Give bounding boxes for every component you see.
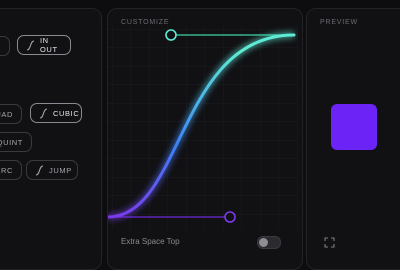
easing-option-label: CUBIC — [53, 108, 80, 118]
easing-option-jump[interactable]: JUMP — [26, 160, 78, 180]
extra-space-top-toggle[interactable] — [257, 236, 281, 249]
easing-option-cubic[interactable]: CUBIC — [30, 103, 82, 123]
extra-space-top-label: Extra Space Top — [121, 237, 180, 246]
preview-box — [331, 104, 377, 150]
easing-option-in-out[interactable]: IN OUT — [17, 35, 71, 55]
easing-option-quad[interactable]: QUAD — [0, 104, 22, 124]
preview-title: PREVIEW — [320, 19, 358, 26]
easing-option-label: JUMP — [49, 165, 72, 175]
easing-option-quint[interactable]: QUINT — [0, 132, 32, 152]
fullscreen-icon[interactable] — [324, 237, 335, 248]
curve-grid — [108, 25, 298, 230]
easing-option-label: QUINT — [0, 137, 23, 147]
bottom-control-handle[interactable] — [224, 211, 236, 223]
easing-option-unknown-top[interactable] — [0, 36, 10, 56]
easing-curve-icon — [26, 39, 35, 51]
toggle-knob — [259, 238, 268, 247]
curve-editor[interactable] — [108, 25, 298, 230]
easing-curve-icon — [35, 164, 44, 176]
easing-option-circ[interactable]: CIRC — [0, 160, 22, 180]
easing-option-label: QUAD — [0, 109, 13, 119]
easing-option-label: IN OUT — [40, 36, 58, 54]
top-control-handle[interactable] — [165, 29, 177, 41]
easing-curve-icon — [39, 107, 48, 119]
easing-option-label: CIRC — [0, 165, 13, 175]
